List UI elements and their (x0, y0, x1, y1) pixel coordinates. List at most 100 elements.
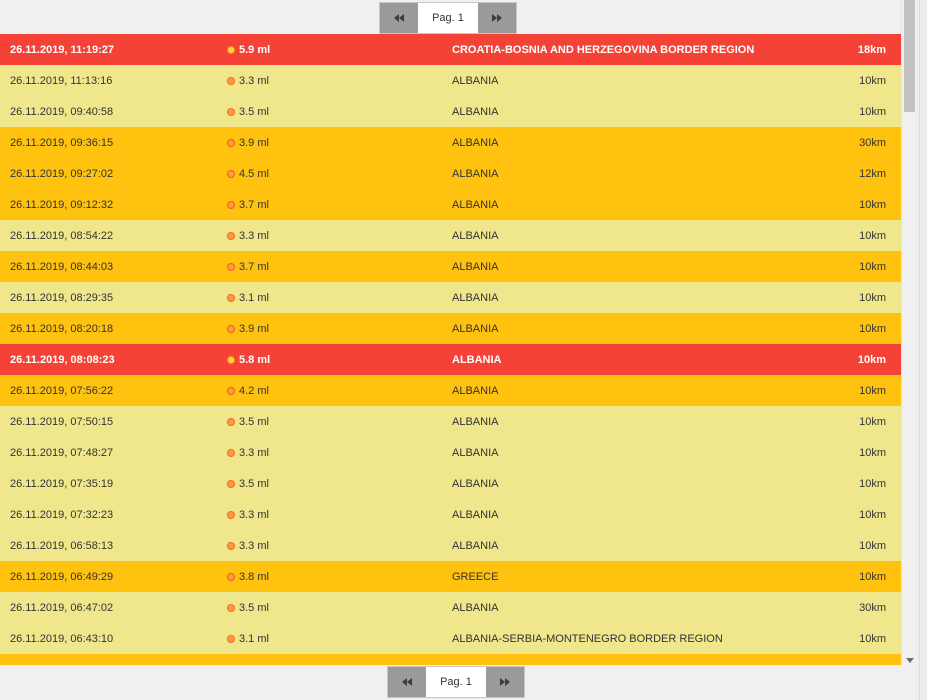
event-depth: 10km (859, 291, 886, 304)
event-depth: 10km (859, 322, 886, 335)
event-depth: 10km (859, 632, 886, 645)
next-page-button[interactable] (486, 667, 524, 697)
event-datetime: 26.11.2019, 11:13:16 (10, 74, 113, 87)
event-datetime: 26.11.2019, 07:35:19 (10, 477, 114, 490)
event-magnitude: 3.3 ml (227, 540, 269, 552)
prev-page-button[interactable] (388, 667, 426, 697)
double-chevron-left-icon (394, 14, 404, 22)
event-depth: 12km (859, 167, 886, 180)
event-row[interactable]: 26.11.2019, 06:58:13 3.3 ml ALBANIA 10km (0, 530, 901, 561)
event-row[interactable] (0, 654, 901, 665)
event-row[interactable]: 26.11.2019, 08:20:18 3.9 ml ALBANIA 10km (0, 313, 901, 344)
earthquake-list: 26.11.2019, 11:19:27 5.9 ml CROATIA-BOSNIA… (0, 34, 901, 665)
prev-page-button[interactable] (380, 3, 418, 33)
event-depth: 10km (859, 229, 886, 242)
event-magnitude: 3.5 ml (227, 478, 269, 490)
magnitude-value: 3.9 ml (239, 322, 269, 335)
event-depth: 10km (859, 570, 886, 583)
magnitude-dot-icon (227, 169, 235, 178)
event-magnitude: 3.5 ml (227, 106, 269, 118)
magnitude-dot-icon (227, 324, 235, 333)
event-depth: 10km (859, 105, 886, 118)
event-row[interactable]: 26.11.2019, 07:35:19 3.5 ml ALBANIA 10km (0, 468, 901, 499)
event-region: ALBANIA (452, 415, 499, 428)
event-region: ALBANIA (452, 291, 499, 304)
window-edge (917, 0, 927, 700)
event-magnitude: 4.5 ml (227, 168, 269, 180)
event-magnitude: 4.2 ml (227, 385, 269, 397)
magnitude-value: 3.9 ml (239, 136, 269, 149)
next-page-button[interactable] (478, 3, 516, 33)
double-chevron-right-icon (500, 678, 510, 686)
event-region: ALBANIA (452, 446, 499, 459)
scrollbar-thumb[interactable] (904, 0, 915, 112)
event-region: ALBANIA (452, 508, 499, 521)
magnitude-dot-icon (227, 603, 235, 612)
event-row[interactable]: 26.11.2019, 06:43:10 3.1 ml ALBANIA-SERBIA… (0, 623, 901, 654)
divider (919, 0, 920, 700)
event-row[interactable]: 26.11.2019, 07:48:27 3.3 ml ALBANIA 10km (0, 437, 901, 468)
magnitude-dot-icon (227, 293, 235, 302)
event-magnitude: 3.3 ml (227, 75, 269, 87)
page-label: Pag. 1 (432, 12, 464, 24)
event-region: ALBANIA (452, 167, 499, 180)
event-row[interactable]: 26.11.2019, 06:49:29 3.8 ml GREECE 10km (0, 561, 901, 592)
event-magnitude: 3.9 ml (227, 323, 269, 335)
event-row[interactable]: 26.11.2019, 07:50:15 3.5 ml ALBANIA 10km (0, 406, 901, 437)
magnitude-dot-icon (227, 386, 235, 395)
event-row[interactable]: 26.11.2019, 09:27:02 4.5 ml ALBANIA 12km (0, 158, 901, 189)
event-depth: 10km (859, 384, 886, 397)
event-magnitude: 3.3 ml (227, 447, 269, 459)
event-datetime: 26.11.2019, 09:27:02 (10, 167, 114, 180)
event-depth: 30km (859, 601, 886, 614)
magnitude-dot-icon (227, 231, 235, 240)
event-datetime: 26.11.2019, 09:40:58 (10, 105, 114, 118)
page-label: Pag. 1 (440, 676, 472, 688)
magnitude-value: 3.5 ml (239, 105, 269, 118)
event-row[interactable]: 26.11.2019, 08:29:35 3.1 ml ALBANIA 10km (0, 282, 901, 313)
event-row[interactable]: 26.11.2019, 09:12:32 3.7 ml ALBANIA 10km (0, 189, 901, 220)
event-row[interactable]: 26.11.2019, 08:44:03 3.7 ml ALBANIA 10km (0, 251, 901, 282)
event-magnitude: 3.9 ml (227, 137, 269, 149)
event-magnitude: 3.5 ml (227, 416, 269, 428)
vertical-scrollbar[interactable] (901, 0, 918, 665)
event-row[interactable]: 26.11.2019, 09:36:15 3.9 ml ALBANIA 30km (0, 127, 901, 158)
magnitude-dot-icon (227, 138, 235, 147)
event-region: ALBANIA (452, 322, 499, 335)
event-row[interactable]: 26.11.2019, 11:13:16 3.3 ml ALBANIA 10km (0, 65, 901, 96)
event-datetime: 26.11.2019, 07:32:23 (10, 508, 114, 521)
scroll-down-arrow-icon[interactable] (906, 658, 914, 663)
magnitude-value: 3.1 ml (239, 291, 269, 304)
magnitude-value: 3.7 ml (239, 198, 269, 211)
magnitude-value: 4.2 ml (239, 384, 269, 397)
event-datetime: 26.11.2019, 08:29:35 (10, 291, 114, 304)
event-row[interactable]: 26.11.2019, 06:47:02 3.5 ml ALBANIA 30km (0, 592, 901, 623)
event-row[interactable]: 26.11.2019, 08:08:23 5.8 ml ALBANIA 10km (0, 344, 901, 375)
event-row[interactable]: 26.11.2019, 09:40:58 3.5 ml ALBANIA 10km (0, 96, 901, 127)
event-region: ALBANIA (452, 136, 499, 149)
event-datetime: 26.11.2019, 06:43:10 (10, 632, 114, 645)
magnitude-dot-icon (227, 572, 235, 581)
pagination-bottom: Pag. 1 (387, 666, 525, 698)
event-magnitude: 3.8 ml (227, 571, 269, 583)
magnitude-value: 3.3 ml (239, 446, 269, 459)
event-region: ALBANIA (452, 74, 499, 87)
event-row[interactable]: 26.11.2019, 07:56:22 4.2 ml ALBANIA 10km (0, 375, 901, 406)
event-row[interactable]: 26.11.2019, 11:19:27 5.9 ml CROATIA-BOSNIA… (0, 34, 901, 65)
event-row[interactable]: 26.11.2019, 07:32:23 3.3 ml ALBANIA 10km (0, 499, 901, 530)
event-datetime: 26.11.2019, 06:49:29 (10, 570, 114, 583)
event-depth: 10km (859, 508, 886, 521)
double-chevron-right-icon (492, 14, 502, 22)
event-datetime: 26.11.2019, 09:36:15 (10, 136, 114, 149)
magnitude-dot-icon (227, 510, 235, 519)
magnitude-value: 3.3 ml (239, 539, 269, 552)
event-magnitude: 3.7 ml (227, 261, 269, 273)
magnitude-value: 5.9 ml (239, 43, 271, 56)
event-row[interactable]: 26.11.2019, 08:54:22 3.3 ml ALBANIA 10km (0, 220, 901, 251)
magnitude-value: 3.3 ml (239, 74, 269, 87)
magnitude-dot-icon (227, 355, 235, 364)
event-datetime: 26.11.2019, 06:47:02 (10, 601, 114, 614)
event-datetime: 26.11.2019, 09:12:32 (10, 198, 114, 211)
event-depth: 10km (859, 446, 886, 459)
event-depth: 30km (859, 136, 886, 149)
